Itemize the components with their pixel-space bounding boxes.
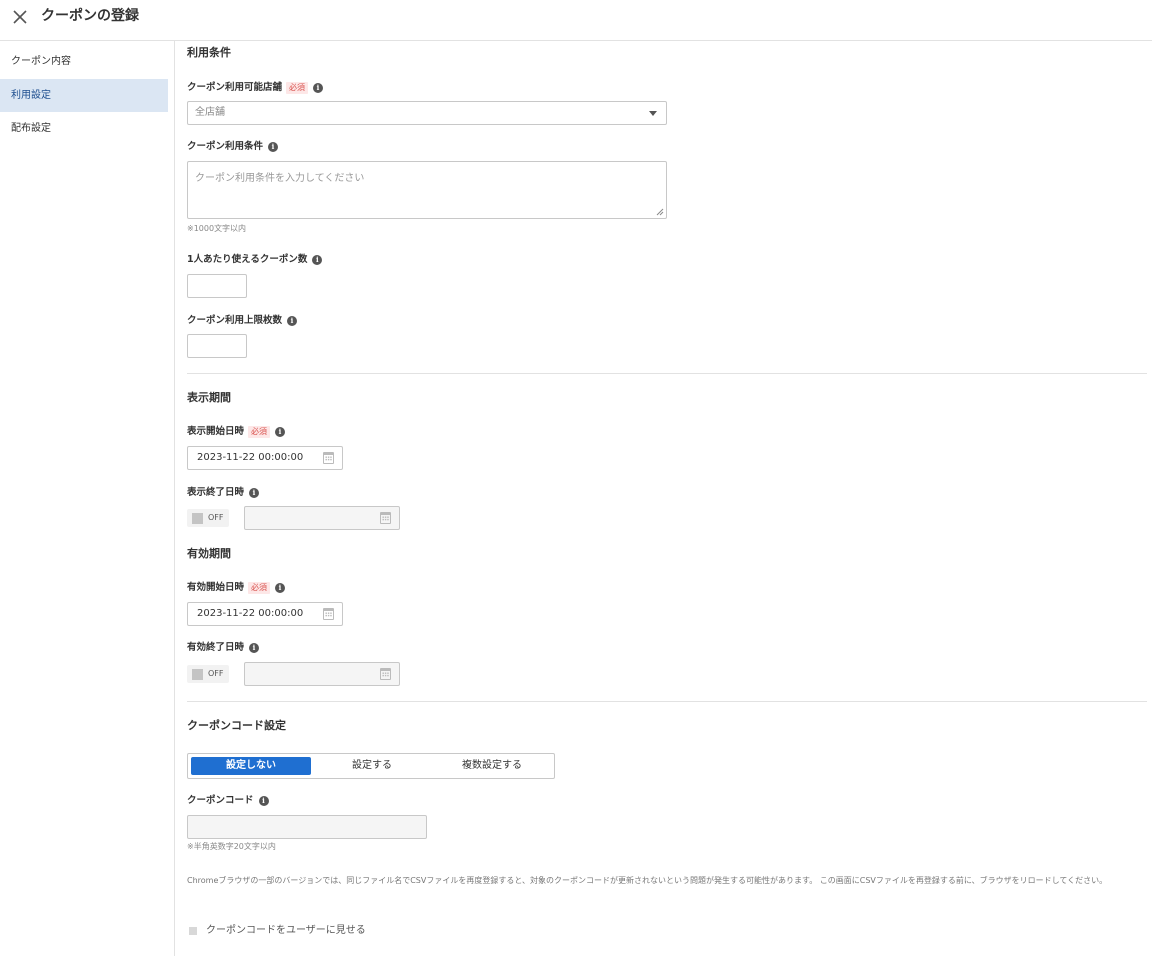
code-setting-segmented-control: 設定しない 設定する 複数設定する — [187, 753, 555, 779]
required-badge: 必須 — [248, 426, 271, 438]
per-user-input[interactable] — [187, 274, 247, 298]
valid-start-date-input[interactable]: 2023-11-22 00:00:00 — [187, 602, 343, 626]
per-user-label-text: 1人あたり使えるクーポン数 — [187, 254, 308, 265]
display-start-date-value: 2023-11-22 00:00:00 — [197, 452, 304, 463]
page-header: クーポンの登録 — [0, 0, 1152, 41]
calendar-icon[interactable] — [380, 668, 391, 680]
main-content: 利用条件 クーポン利用可能店舗 必須 i 全店舗 クーポン利用条件 i クーポン… — [175, 41, 1152, 956]
coupon-code-label: クーポンコード i — [187, 794, 269, 808]
info-icon[interactable]: i — [249, 643, 260, 653]
sidebar-item-usage-settings[interactable]: 利用設定 — [0, 79, 168, 112]
store-label: クーポン利用可能店舗 必須 i — [187, 81, 324, 95]
segment-multiple-codes[interactable]: 複数設定する — [432, 757, 552, 775]
coupon-code-hint: ※半角英数字20文字以内 — [187, 842, 276, 851]
close-icon — [13, 10, 27, 24]
toggle-knob — [192, 513, 203, 524]
section-title-display-period: 表示期間 — [187, 391, 231, 404]
info-icon[interactable]: i — [268, 142, 279, 152]
conditions-hint: ※1000文字以内 — [187, 224, 247, 233]
divider — [187, 373, 1147, 374]
segment-set-code[interactable]: 設定する — [312, 757, 432, 775]
sidebar: クーポン内容 利用設定 配布設定 — [0, 41, 175, 956]
show-code-checkbox-label[interactable]: クーポンコードをユーザーに見せる — [206, 925, 366, 937]
info-icon[interactable]: i — [275, 583, 286, 593]
calendar-icon[interactable] — [323, 608, 334, 620]
conditions-label-text: クーポン利用条件 — [187, 141, 264, 152]
toggle-state-text: OFF — [208, 669, 224, 678]
display-end-toggle[interactable]: OFF — [187, 509, 229, 527]
valid-start-label-text: 有効開始日時 — [187, 582, 245, 593]
show-code-checkbox[interactable] — [189, 927, 197, 935]
limit-label-text: クーポン利用上限枚数 — [187, 315, 283, 326]
required-badge: 必須 — [248, 582, 271, 594]
valid-end-label-text: 有効終了日時 — [187, 642, 245, 653]
chevron-down-icon — [649, 111, 657, 116]
required-badge: 必須 — [286, 82, 309, 94]
valid-start-date-value: 2023-11-22 00:00:00 — [197, 608, 304, 619]
conditions-label: クーポン利用条件 i — [187, 140, 279, 154]
info-icon[interactable]: i — [275, 427, 286, 437]
valid-end-toggle[interactable]: OFF — [187, 665, 229, 683]
calendar-icon[interactable] — [323, 452, 334, 464]
display-start-label: 表示開始日時 必須 i — [187, 425, 286, 439]
store-select[interactable]: 全店舗 — [187, 101, 667, 125]
toggle-state-text: OFF — [208, 513, 224, 522]
coupon-code-label-text: クーポンコード — [187, 795, 254, 806]
info-icon[interactable]: i — [313, 83, 324, 93]
calendar-icon[interactable] — [380, 512, 391, 524]
display-end-label-text: 表示終了日時 — [187, 487, 245, 498]
coupon-code-input[interactable] — [187, 815, 427, 839]
info-icon[interactable]: i — [287, 316, 298, 326]
limit-input[interactable] — [187, 334, 247, 358]
display-end-date-input[interactable] — [244, 506, 400, 530]
section-title-usage: 利用条件 — [187, 46, 231, 59]
display-end-label: 表示終了日時 i — [187, 486, 260, 500]
store-label-text: クーポン利用可能店舗 — [187, 82, 283, 93]
section-title-valid-period: 有効期間 — [187, 547, 231, 560]
section-title-code-settings: クーポンコード設定 — [187, 719, 286, 732]
sidebar-item-distribution-settings[interactable]: 配布設定 — [0, 112, 168, 145]
conditions-placeholder: クーポン利用条件を入力してください — [195, 173, 365, 184]
valid-start-label: 有効開始日時 必須 i — [187, 581, 286, 595]
resize-grip-icon[interactable] — [656, 208, 664, 216]
csv-browser-note: Chromeブラウザの一部のバージョンでは、同じファイル名でCSVファイルを再度… — [187, 876, 1108, 885]
valid-end-date-input[interactable] — [244, 662, 400, 686]
info-icon[interactable]: i — [258, 796, 269, 806]
info-icon[interactable]: i — [312, 255, 323, 265]
page-title: クーポンの登録 — [41, 8, 139, 24]
limit-label: クーポン利用上限枚数 i — [187, 314, 298, 328]
divider — [187, 701, 1147, 702]
per-user-label: 1人あたり使えるクーポン数 i — [187, 253, 323, 267]
info-icon[interactable]: i — [249, 488, 260, 498]
store-select-value: 全店舗 — [195, 107, 225, 118]
valid-end-label: 有効終了日時 i — [187, 641, 260, 655]
close-button[interactable] — [8, 6, 32, 28]
display-start-label-text: 表示開始日時 — [187, 426, 245, 437]
toggle-knob — [192, 669, 203, 680]
sidebar-item-coupon-content[interactable]: クーポン内容 — [0, 45, 168, 78]
conditions-textarea[interactable]: クーポン利用条件を入力してください — [187, 161, 667, 219]
segment-no-code[interactable]: 設定しない — [191, 757, 311, 775]
display-start-date-input[interactable]: 2023-11-22 00:00:00 — [187, 446, 343, 470]
